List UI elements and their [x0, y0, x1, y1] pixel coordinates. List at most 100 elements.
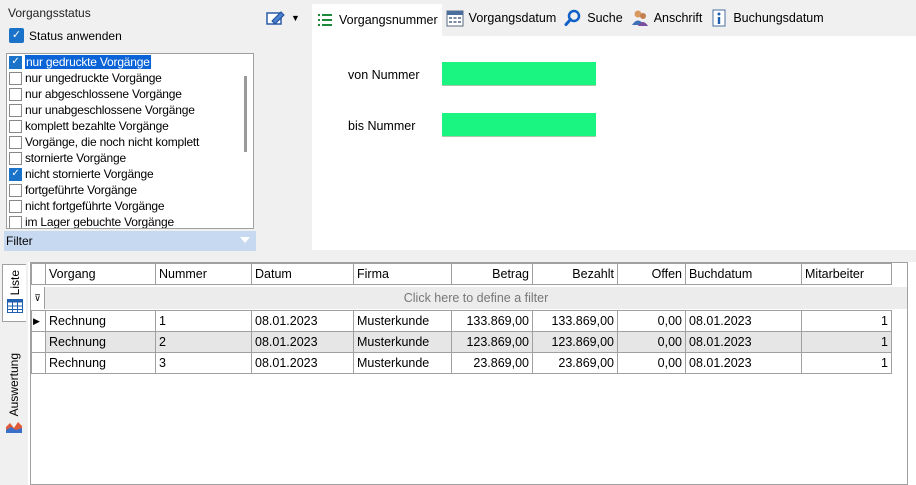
- search-tabs: Vorgangsnummer Vorgangsdatum Suche Ansch…: [312, 4, 916, 36]
- status-item-label: nur unabgeschlossene Vorgänge: [25, 103, 195, 117]
- status-item-checkbox[interactable]: ✓: [9, 55, 22, 69]
- cell-firma[interactable]: Musterkunde: [353, 331, 452, 353]
- table-row[interactable]: Rechnung 3 08.01.2023 Musterkunde 23.869…: [31, 352, 892, 374]
- status-item[interactable]: ✓ nur gedruckte Vorgänge: [7, 54, 253, 70]
- filter-area: Vorgangsstatus ✓ Status anwenden ✓ nur ge…: [0, 0, 916, 252]
- tab-vorgangsdatum[interactable]: Vorgangsdatum: [441, 4, 561, 32]
- status-item[interactable]: nur unabgeschlossene Vorgänge: [7, 102, 253, 118]
- status-item[interactable]: nur abgeschlossene Vorgänge: [7, 86, 253, 102]
- apply-status-checkbox-row[interactable]: ✓ Status anwenden: [9, 28, 122, 43]
- status-item-checkbox[interactable]: [9, 135, 22, 149]
- status-item-checkbox[interactable]: [9, 215, 22, 228]
- status-item-label: nur ungedruckte Vorgänge: [25, 71, 162, 85]
- column-header[interactable]: Datum: [251, 263, 354, 285]
- column-header[interactable]: Bezahlt: [532, 263, 618, 285]
- cell-buchdatum[interactable]: 08.01.2023: [685, 331, 802, 353]
- status-item-checkbox[interactable]: [9, 199, 22, 213]
- cell-nummer[interactable]: 2: [155, 331, 252, 353]
- status-item[interactable]: stornierte Vorgänge: [7, 150, 253, 166]
- side-tab-analysis[interactable]: Auswertung: [2, 336, 26, 454]
- status-item[interactable]: im Lager gebuchte Vorgänge: [7, 214, 253, 228]
- cell-offen[interactable]: 0,00: [617, 331, 686, 353]
- cell-firma[interactable]: Musterkunde: [353, 310, 452, 332]
- tab-label: Anschrift: [653, 11, 703, 25]
- cell-offen[interactable]: 0,00: [617, 352, 686, 374]
- status-item-checkbox[interactable]: [9, 151, 22, 165]
- cell-vorgang[interactable]: Rechnung: [45, 331, 156, 353]
- cell-datum[interactable]: 08.01.2023: [251, 310, 354, 332]
- status-item-checkbox[interactable]: ✓: [9, 167, 22, 181]
- column-header[interactable]: Offen: [617, 263, 686, 285]
- tab-label: Suche: [587, 11, 623, 25]
- cell-nummer[interactable]: 1: [155, 310, 252, 332]
- status-item[interactable]: nur ungedruckte Vorgänge: [7, 70, 253, 86]
- cell-vorgang[interactable]: Rechnung: [45, 310, 156, 332]
- cell-datum[interactable]: 08.01.2023: [251, 352, 354, 374]
- calendar-icon: [446, 9, 464, 27]
- column-header[interactable]: Buchdatum: [685, 263, 802, 285]
- apply-status-checkbox[interactable]: ✓: [9, 28, 24, 43]
- filter-dropdown[interactable]: Filter: [4, 231, 256, 251]
- cell-betrag[interactable]: 123.869,00: [451, 331, 533, 353]
- status-item[interactable]: fortgeführte Vorgänge: [7, 182, 253, 198]
- cell-offen[interactable]: 0,00: [617, 310, 686, 332]
- status-item-checkbox[interactable]: [9, 87, 22, 101]
- column-header[interactable]: Nummer: [155, 263, 252, 285]
- cell-betrag[interactable]: 23.869,00: [451, 352, 533, 374]
- table-row[interactable]: Rechnung 2 08.01.2023 Musterkunde 123.86…: [31, 331, 892, 353]
- table-row[interactable]: ▶ Rechnung 1 08.01.2023 Musterkunde 133.…: [31, 310, 892, 332]
- status-item-checkbox[interactable]: [9, 119, 22, 133]
- tab-anschrift[interactable]: Anschrift: [627, 4, 707, 32]
- cell-mitarbeiter[interactable]: 1: [801, 331, 892, 353]
- to-number-input[interactable]: [442, 113, 596, 137]
- status-item[interactable]: komplett bezahlte Vorgänge: [7, 118, 253, 134]
- header-row: Vorgang Nummer Datum Firma Betrag Bezahl…: [31, 263, 892, 285]
- chart-icon: [5, 420, 23, 437]
- cell-betrag[interactable]: 133.869,00: [451, 310, 533, 332]
- status-list-scrollbar[interactable]: [244, 76, 247, 152]
- results-grid[interactable]: Vorgang Nummer Datum Firma Betrag Bezahl…: [30, 262, 908, 485]
- to-number-label: bis Nummer: [348, 119, 416, 133]
- cell-bezahlt[interactable]: 123.869,00: [532, 331, 618, 353]
- filter-icon[interactable]: ⊽: [31, 287, 45, 309]
- column-header[interactable]: Mitarbeiter: [801, 263, 892, 285]
- tab-vorgangsnummer[interactable]: Vorgangsnummer: [312, 4, 442, 36]
- row-indicator: [31, 352, 46, 374]
- status-item[interactable]: nicht fortgeführte Vorgänge: [7, 198, 253, 214]
- tab-buchungsdatum[interactable]: Buchungsdatum: [706, 4, 827, 32]
- tab-label: Buchungsdatum: [733, 11, 824, 25]
- cell-datum[interactable]: 08.01.2023: [251, 331, 354, 353]
- splitter[interactable]: [0, 252, 916, 262]
- cell-bezahlt[interactable]: 23.869,00: [532, 352, 618, 374]
- cell-vorgang[interactable]: Rechnung: [45, 352, 156, 374]
- column-header[interactable]: Firma: [353, 263, 452, 285]
- side-tab-list-label: Liste: [7, 269, 22, 296]
- chevron-down-icon: [240, 237, 250, 243]
- column-header[interactable]: Betrag: [451, 263, 533, 285]
- status-list[interactable]: ✓ nur gedruckte Vorgänge nur ungedruckte …: [6, 53, 254, 229]
- cell-nummer[interactable]: 3: [155, 352, 252, 374]
- cell-firma[interactable]: Musterkunde: [353, 352, 452, 374]
- cell-bezahlt[interactable]: 133.869,00: [532, 310, 618, 332]
- status-item-label: nicht stornierte Vorgänge: [25, 167, 154, 181]
- status-item-label: Vorgänge, die noch nicht komplett: [25, 135, 200, 149]
- column-header[interactable]: Vorgang: [45, 263, 156, 285]
- tab-suche[interactable]: Suche: [560, 4, 626, 32]
- status-item[interactable]: Vorgänge, die noch nicht komplett: [7, 134, 253, 150]
- current-row-indicator: ▶: [31, 310, 46, 332]
- status-item-label: nur abgeschlossene Vorgänge: [25, 87, 182, 101]
- status-item-checkbox[interactable]: [9, 71, 22, 85]
- list-icon: [316, 11, 334, 29]
- from-number-input[interactable]: [442, 62, 596, 86]
- side-tab-list[interactable]: Liste: [2, 264, 26, 322]
- cell-mitarbeiter[interactable]: 1: [801, 310, 892, 332]
- cell-buchdatum[interactable]: 08.01.2023: [685, 310, 802, 332]
- status-item[interactable]: ✓ nicht stornierte Vorgänge: [7, 166, 253, 182]
- cell-mitarbeiter[interactable]: 1: [801, 352, 892, 374]
- cell-buchdatum[interactable]: 08.01.2023: [685, 352, 802, 374]
- status-item-checkbox[interactable]: [9, 183, 22, 197]
- status-group: Vorgangsstatus ✓ Status anwenden ✓ nur ge…: [4, 4, 256, 251]
- define-filter-row[interactable]: Click here to define a filter: [45, 287, 907, 309]
- tools-menu-button[interactable]: ▼: [266, 10, 300, 26]
- status-item-checkbox[interactable]: [9, 103, 22, 117]
